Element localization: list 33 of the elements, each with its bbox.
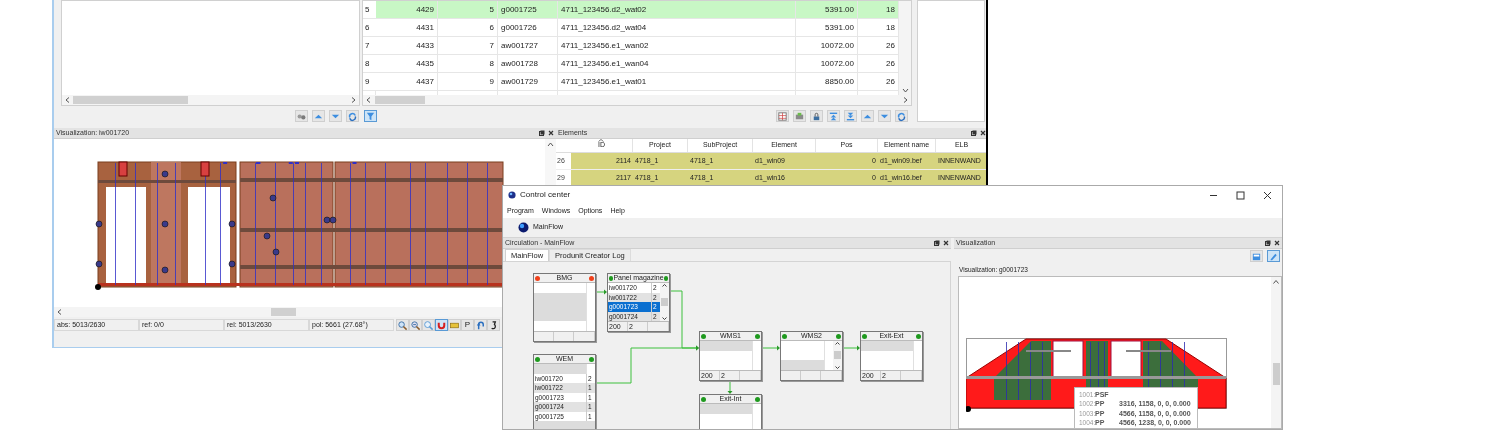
table-cell: 8850.00 [796, 73, 858, 90]
table-row[interactable]: 5 4429 5 g0001725 4711_123456.d2_wat02 5391.00 18 [363, 1, 899, 19]
table-cell: 9 [438, 73, 498, 90]
p-button[interactable]: P [461, 319, 474, 331]
table-cell: 4711_123456.d2_wat04 [558, 19, 796, 36]
window-title: Control center [520, 189, 572, 201]
table-row[interactable]: 7 4433 7 aw001727 4711_123456.e1_wan02 10072.00 26 [363, 37, 899, 55]
table-cell: 8 [438, 55, 498, 72]
table-cell: 4711_123456.e1_wat01 [558, 73, 796, 90]
table-cell: 4711_123456.e1_wan04 [558, 55, 796, 72]
table-cell: 4435 [376, 55, 438, 72]
table-cell: 4711_123456.e1_wan02 [558, 37, 796, 54]
table-cell: 10072.00 [796, 55, 858, 72]
table-cell: 5391.00 [796, 1, 858, 18]
table-cell: 7 [438, 37, 498, 54]
table-cell: g0001726 [498, 19, 558, 36]
table-cell: 4437 [376, 73, 438, 90]
table-cell: 4431 [376, 19, 438, 36]
table-cell: aw001729 [498, 73, 558, 90]
table-cell: g0001725 [498, 1, 558, 18]
table-row[interactable]: 8 4435 8 aw001728 4711_123456.e1_wan04 10072.00 26 [363, 55, 899, 73]
table-cell: 6 [438, 19, 498, 36]
table-cell: aw001728 [498, 55, 558, 72]
table-cell: aw001727 [498, 37, 558, 54]
table-cell: 5391.00 [796, 19, 858, 36]
table-cell: 10072.00 [796, 37, 858, 54]
table-row[interactable]: 9 4437 9 aw001729 4711_123456.e1_wat01 8850.00 26 [363, 73, 899, 91]
row-header: 5 [363, 1, 376, 18]
table-cell: 5 [438, 1, 498, 18]
table-cell: 4433 [376, 37, 438, 54]
table-row[interactable]: 6 4431 6 g0001726 4711_123456.d2_wat04 5391.00 18 [363, 19, 899, 37]
table-cell: 4429 [376, 1, 438, 18]
table-cell: 4711_123456.d2_wat02 [558, 1, 796, 18]
